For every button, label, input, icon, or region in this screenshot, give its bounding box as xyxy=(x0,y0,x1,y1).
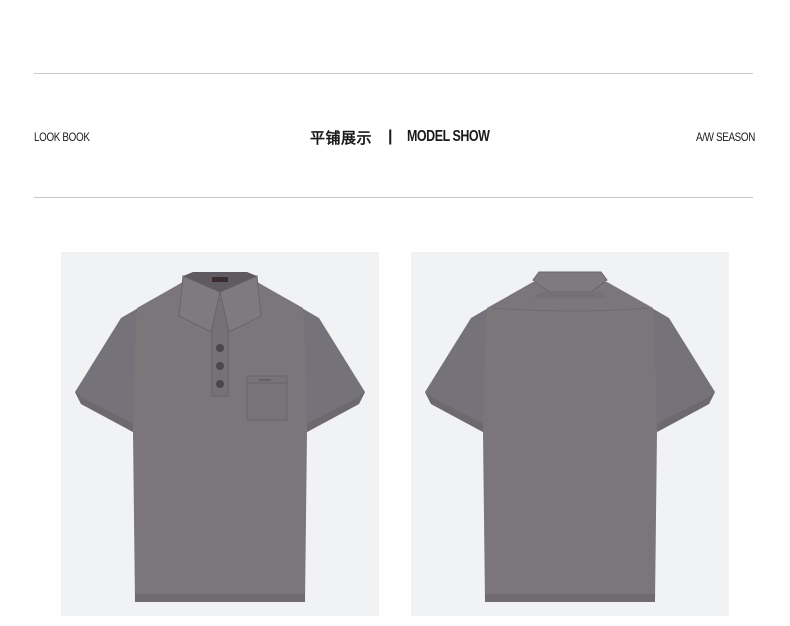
title-separator: | xyxy=(388,128,393,145)
bottom-divider xyxy=(34,197,753,198)
button-1 xyxy=(216,344,224,352)
polo-shirt-back-photo xyxy=(411,252,729,616)
polo-shirt-back-illustration xyxy=(425,271,715,602)
section-title-en: MODEL SHOW xyxy=(406,128,490,145)
section-title-cn: 平铺展示 xyxy=(310,128,373,147)
polo-shirt-front-photo xyxy=(61,252,379,616)
section-header: LOOK BOOK 平铺展示 | MODEL SHOW A/W SEASON xyxy=(34,126,755,148)
button-2 xyxy=(216,362,224,370)
season-label: A/W SEASON xyxy=(695,130,755,144)
look-book-label: LOOK BOOK xyxy=(34,130,90,144)
brand-label xyxy=(212,277,228,282)
section-title: 平铺展示 | MODEL SHOW xyxy=(310,126,512,148)
top-divider xyxy=(34,73,753,74)
polo-shirt-front-illustration xyxy=(75,272,365,602)
shirt-body xyxy=(483,282,657,602)
button-3 xyxy=(216,380,224,388)
